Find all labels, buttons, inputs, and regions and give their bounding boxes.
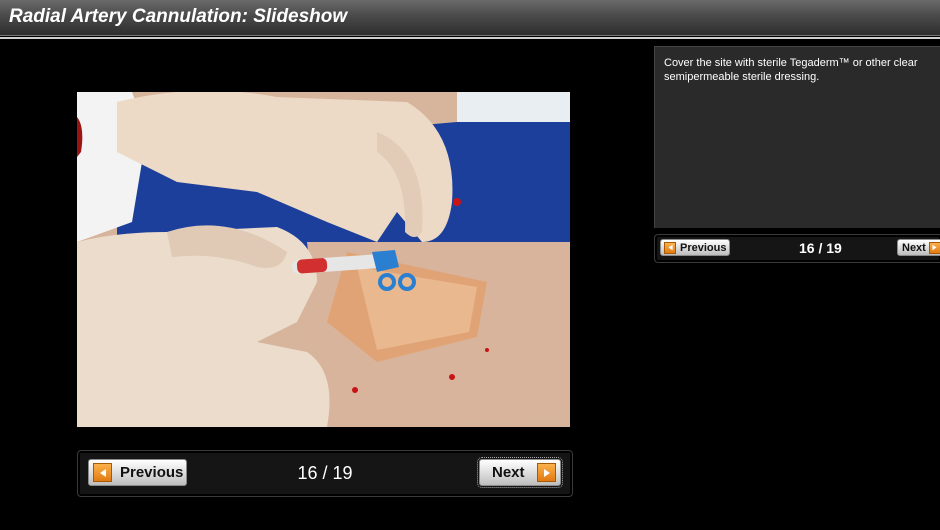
caption-previous-label: Previous: [680, 241, 727, 254]
caption-next-button[interactable]: Next: [897, 239, 940, 256]
arrow-right-icon: [928, 241, 940, 254]
title-divider: [0, 37, 940, 39]
slide-photo: [77, 92, 570, 427]
title-bar: Radial Artery Cannulation: Slideshow: [0, 0, 940, 36]
next-label: Next: [492, 464, 525, 481]
slide-caption: Cover the site with sterile Tegaderm™ or…: [664, 57, 918, 83]
page-title: Radial Artery Cannulation: Slideshow: [9, 6, 348, 27]
slideshow-nav: Previous 16 / 19 Next: [77, 450, 573, 497]
next-button[interactable]: Next: [477, 457, 563, 488]
caption-panel: Cover the site with sterile Tegaderm™ or…: [654, 46, 940, 228]
caption-next-label: Next: [902, 241, 926, 254]
caption-previous-button[interactable]: Previous: [660, 239, 730, 256]
caption-slide-counter: 16 / 19: [799, 240, 842, 256]
slide-photo-illustration: [77, 92, 570, 427]
caption-nav: Previous 16 / 19 Next: [654, 234, 940, 263]
arrow-left-icon: [664, 241, 676, 254]
arrow-right-icon: [537, 463, 556, 482]
